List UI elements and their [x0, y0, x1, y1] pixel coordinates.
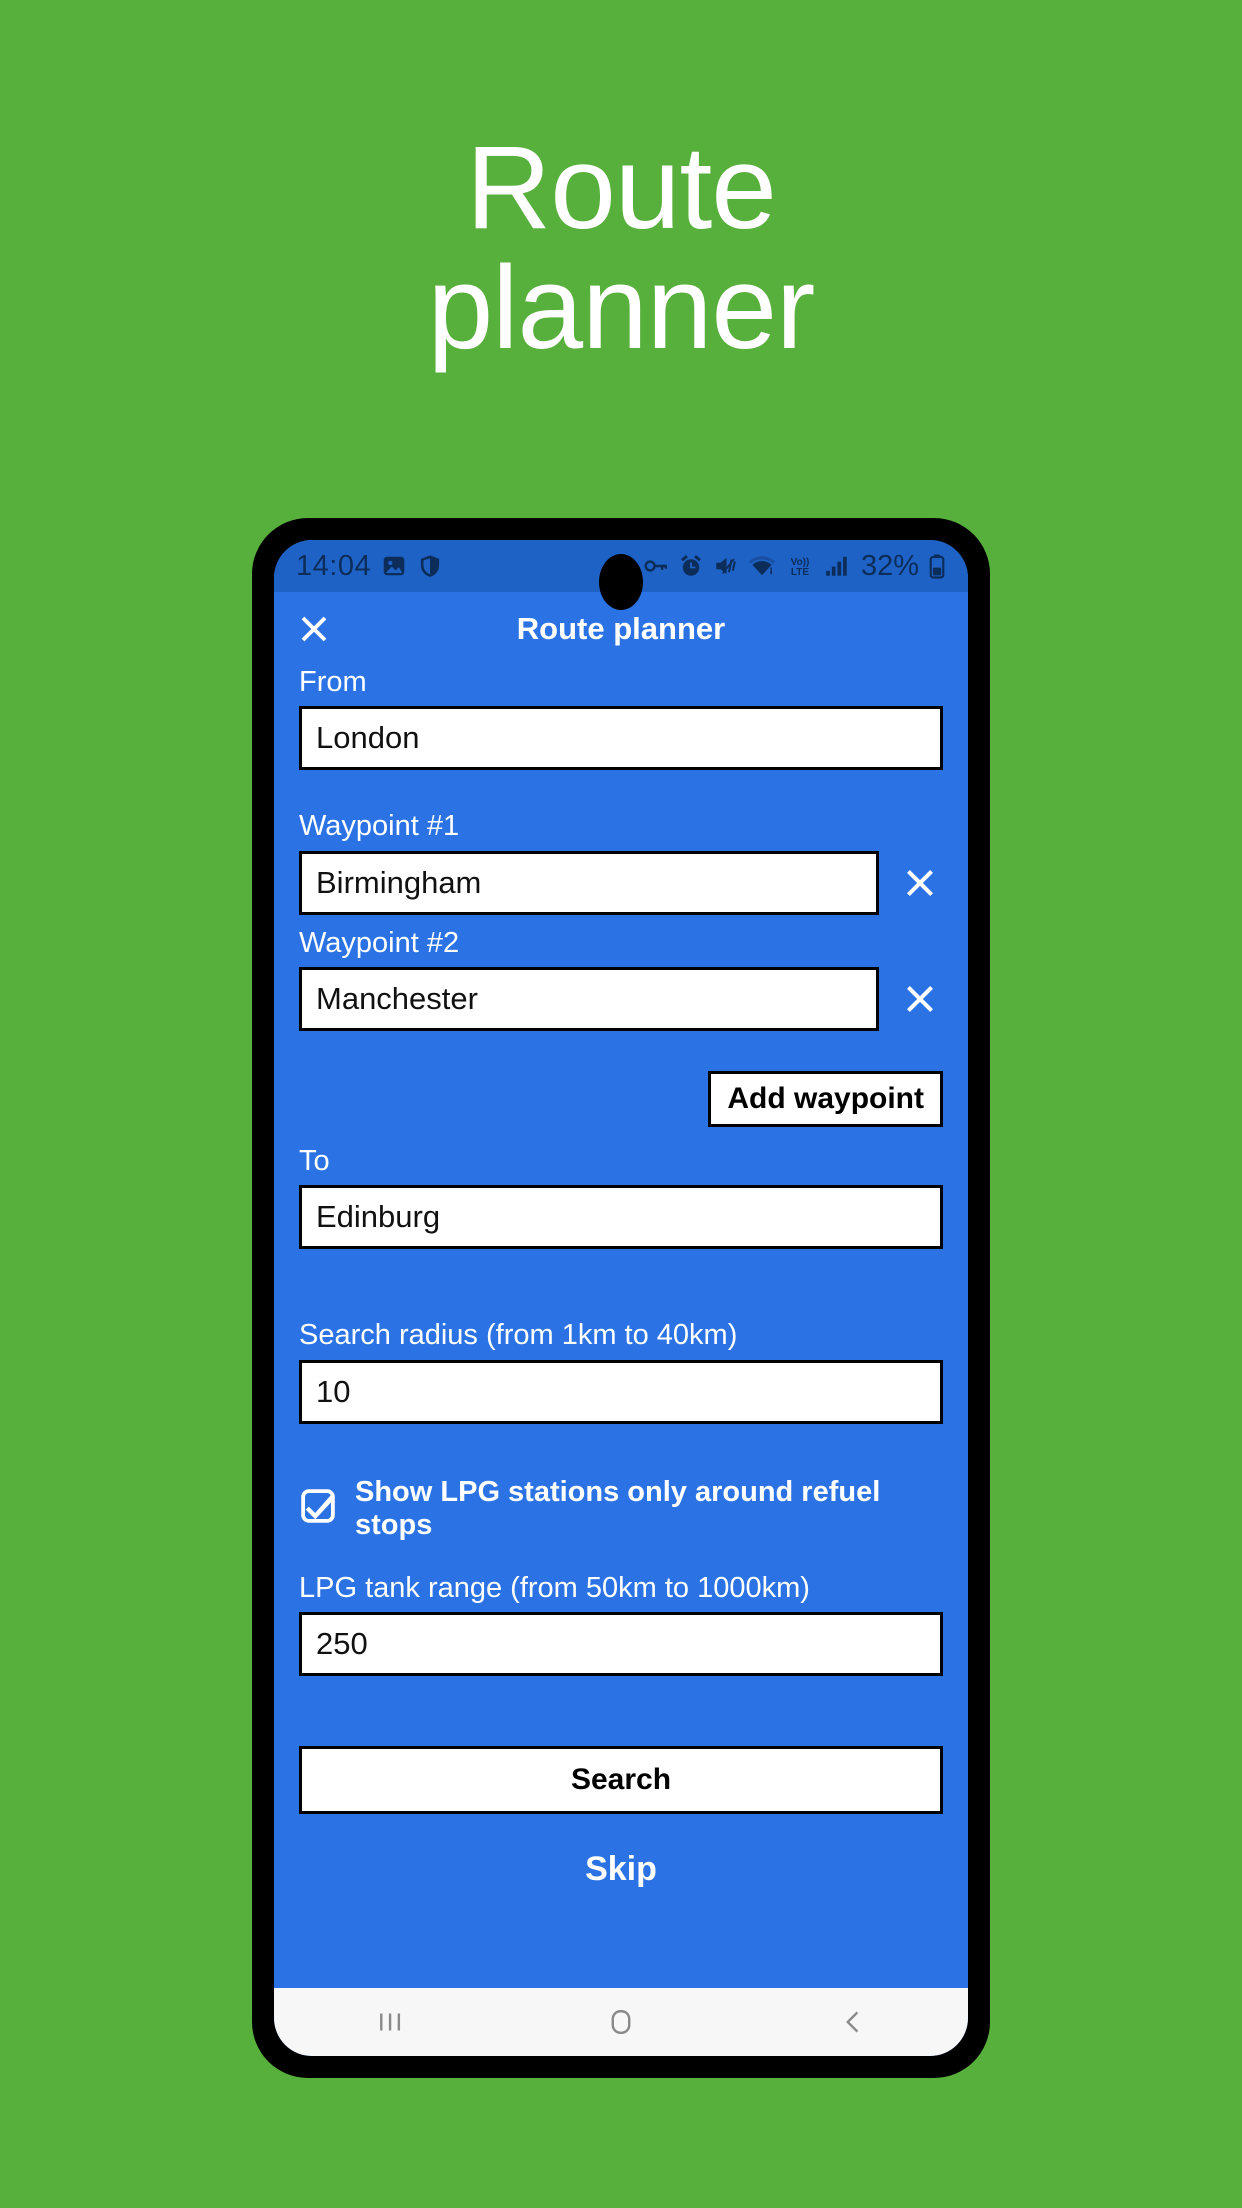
back-icon[interactable] [792, 1988, 912, 2056]
status-bar-right: Vo)) LTE 32% [643, 550, 946, 583]
app-bar-title: Route planner [516, 611, 726, 646]
camera-punch-hole [599, 554, 643, 610]
status-bar: 14:04 Vo)) LTE 32% [274, 540, 968, 610]
waypoint-2-input[interactable]: Manchester [299, 967, 879, 1032]
waypoint-1-row: Birmingham [299, 850, 943, 915]
signal-icon [824, 553, 850, 579]
search-radius-group: Search radius (from 1km to 40km) 10 [299, 1319, 943, 1424]
add-waypoint-row: Add waypoint [299, 1071, 943, 1128]
remove-waypoint-2-icon[interactable] [897, 976, 943, 1022]
page-title: Route planner [427, 122, 816, 375]
waypoint-2-label: Waypoint #2 [299, 926, 460, 959]
battery-percent-label: 32% [860, 549, 919, 582]
svg-text:LTE: LTE [791, 567, 809, 578]
waypoint-1-label: Waypoint #1 [299, 810, 460, 843]
close-icon[interactable] [292, 607, 336, 651]
from-input[interactable]: London [299, 706, 943, 771]
search-radius-label: Search radius (from 1km to 40km) [299, 1319, 738, 1352]
status-bar-left: 14:04 [296, 550, 443, 583]
search-radius-input[interactable]: 10 [299, 1359, 943, 1424]
skip-button[interactable]: Skip [299, 1814, 943, 1889]
home-icon[interactable] [561, 1988, 681, 2056]
mute-icon [713, 553, 739, 579]
route-planner-form: From London Waypoint #1 Birmingham Waypo… [274, 666, 968, 1889]
lpg-tank-range-group: LPG tank range (from 50km to 1000km) 250 [299, 1571, 943, 1677]
shield-icon [417, 553, 443, 579]
lpg-tank-range-label: LPG tank range (from 50km to 1000km) [299, 1571, 810, 1604]
to-label: To [299, 1145, 330, 1178]
app-content: Route planner From London Waypoint #1 Bi… [274, 592, 968, 1988]
vpn-key-icon [643, 553, 669, 579]
recents-icon[interactable] [330, 1988, 450, 2056]
remove-waypoint-1-icon[interactable] [897, 860, 943, 906]
waypoint-1-input[interactable]: Birmingham [299, 850, 879, 915]
waypoint-2-group: Waypoint #2 Manchester [299, 926, 943, 1032]
to-field-group: To Edinburg [299, 1145, 943, 1250]
waypoint-1-group: Waypoint #1 Birmingham [299, 810, 943, 915]
from-label: From [299, 666, 367, 698]
lpg-tank-range-input[interactable]: 250 [299, 1612, 943, 1677]
wifi-icon [748, 553, 776, 579]
checkbox-checked-icon[interactable] [299, 1487, 337, 1530]
add-waypoint-button[interactable]: Add waypoint [708, 1071, 943, 1128]
from-field-group: From London [299, 666, 943, 771]
status-bar-clock: 14:04 [296, 549, 372, 582]
search-button[interactable]: Search [299, 1746, 943, 1815]
show-lpg-checkbox-label: Show LPG stations only around refuel sto… [355, 1475, 881, 1541]
system-navigation-bar [274, 1988, 968, 2056]
show-lpg-checkbox-row[interactable]: Show LPG stations only around refuel sto… [299, 1476, 943, 1542]
waypoint-2-row: Manchester [299, 967, 943, 1032]
to-input[interactable]: Edinburg [299, 1185, 943, 1250]
alarm-icon [678, 553, 704, 579]
phone-screen: 14:04 Vo)) LTE 32% Route planner From Lo… [274, 540, 968, 2056]
phone-frame: 14:04 Vo)) LTE 32% Route planner From Lo… [252, 518, 990, 2078]
volte-icon: Vo)) LTE [785, 553, 815, 579]
battery-icon [928, 553, 946, 579]
photo-icon [381, 553, 407, 579]
